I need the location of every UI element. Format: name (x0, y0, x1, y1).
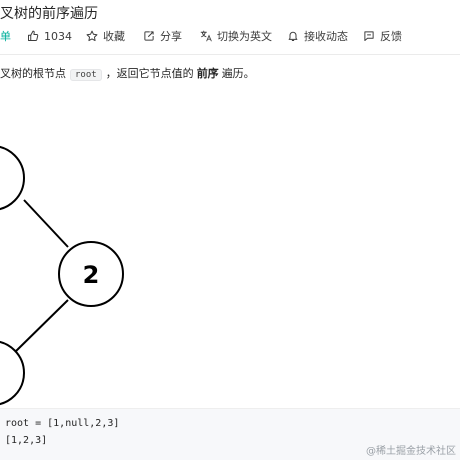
notify-label: 接收动态 (304, 30, 348, 43)
example-input: root = [1,null,2,3] (5, 418, 120, 429)
notify-button[interactable]: 接收动态 (287, 26, 348, 46)
description-text-3: 遍历。 (221, 67, 255, 80)
like-count: 1034 (44, 29, 72, 43)
difficulty-label: 单 (0, 30, 11, 43)
share-label: 分享 (160, 30, 182, 43)
problem-description: 叉树的根节点 root ，返回它节点值的 前序 遍历。 (0, 66, 255, 83)
thumbs-up-icon (28, 30, 39, 41)
watermark: @稀土掘金技术社区 (366, 446, 456, 457)
bell-icon (288, 31, 298, 41)
favorite-label: 收藏 (103, 30, 125, 43)
tree-node-3 (0, 340, 25, 406)
description-text-2: ，返回它节点值的 (105, 67, 194, 80)
tree-edge-2-3 (13, 299, 69, 354)
translate-button[interactable]: 切换为英文 (200, 26, 272, 46)
binary-tree-diagram: 2 (0, 145, 124, 406)
translate-label: 切换为英文 (217, 30, 272, 43)
feedback-button[interactable]: 反馈 (363, 26, 402, 46)
tree-node-2-label: 2 (83, 261, 100, 289)
feedback-icon (364, 31, 374, 41)
description-bold: 前序 (196, 67, 219, 80)
like-button[interactable]: 1034 (27, 26, 72, 46)
feedback-label: 反馈 (380, 30, 402, 43)
share-icon (144, 31, 154, 41)
description-text-1: 叉树的根节点 (0, 67, 66, 80)
problem-toolbar: 单 1034 收藏 分享 切换为英文 接收动态 反馈 (0, 26, 460, 46)
favorite-button[interactable]: 收藏 (86, 26, 125, 46)
share-button[interactable]: 分享 (143, 26, 182, 46)
star-icon (86, 30, 98, 42)
tree-edge-1-2 (23, 199, 69, 248)
example-output: [1,2,3] (5, 435, 48, 446)
problem-title: 叉树的前序遍历 (0, 6, 98, 22)
description-code-root: root (70, 69, 102, 81)
difficulty-badge: 单 (0, 26, 11, 46)
translate-icon (200, 30, 212, 42)
toolbar-divider (0, 54, 460, 55)
tree-node-1 (0, 145, 25, 211)
example-block: root = [1,null,2,3] [1,2,3] @稀土掘金技术社区 (0, 408, 460, 460)
